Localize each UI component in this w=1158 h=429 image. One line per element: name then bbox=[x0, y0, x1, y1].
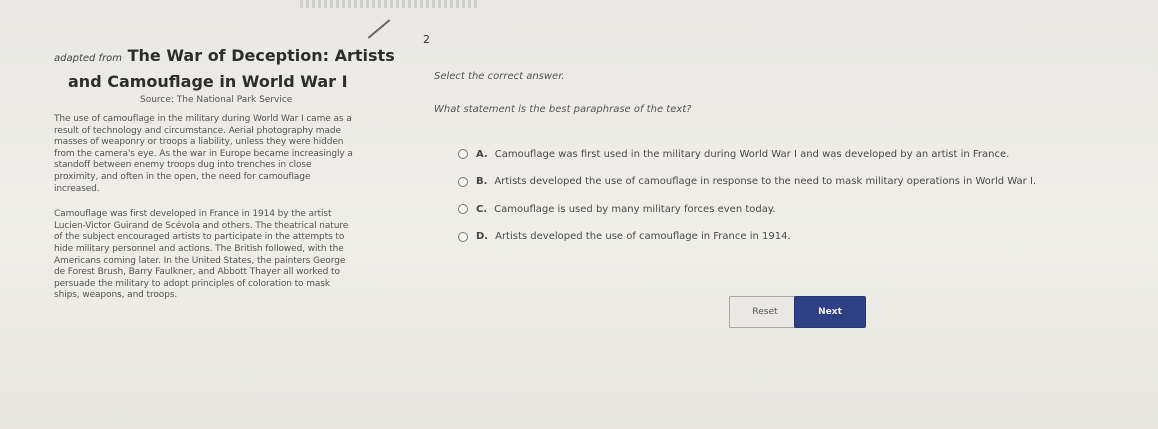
choice-text: Camouflage is used by many military forc… bbox=[494, 203, 776, 215]
choice-text: Camouflage was first used in the militar… bbox=[494, 148, 1010, 160]
choice-text: Artists developed the use of camouflage … bbox=[494, 176, 1037, 187]
choice-letter: C. bbox=[476, 203, 488, 215]
choice-a[interactable]: A. Camouflage was first used in the mili… bbox=[458, 146, 1148, 162]
pencil-mark-icon bbox=[367, 19, 391, 39]
question-instruction: Select the correct answer. bbox=[434, 71, 565, 82]
question-prompt: What statement is the best paraphrase of… bbox=[434, 104, 692, 115]
choice-letter: A. bbox=[476, 148, 488, 160]
radio-button[interactable] bbox=[458, 176, 468, 187]
choice-c[interactable]: C. Camouflage is used by many military f… bbox=[458, 201, 1148, 217]
next-button[interactable]: Next bbox=[794, 296, 866, 328]
choice-b[interactable]: B. Artists developed the use of camoufla… bbox=[458, 174, 1148, 190]
passage-source: Source: The National Park Service bbox=[140, 95, 293, 105]
passage: adapted from The War of Deception: Artis… bbox=[54, 46, 434, 302]
passage-title-line2: and Camouflage in World War I bbox=[68, 72, 348, 91]
title-text: The War of Deception: Artists bbox=[127, 46, 395, 65]
reset-button[interactable]: Reset bbox=[729, 296, 801, 328]
adapted-label: adapted from bbox=[54, 53, 123, 64]
radio-button[interactable] bbox=[458, 231, 468, 242]
radio-button[interactable] bbox=[458, 204, 468, 214]
page-number: 2 bbox=[423, 33, 430, 46]
page: 2 adapted from The War of Deception: Art… bbox=[0, 0, 1158, 429]
top-edge-marks bbox=[300, 0, 480, 8]
radio-button[interactable] bbox=[458, 149, 468, 159]
passage-paragraph-1: The use of camouflage in the military du… bbox=[54, 114, 353, 194]
passage-title-line1: adapted from The War of Deception: Artis… bbox=[54, 46, 434, 68]
choice-d[interactable]: D. Artists developed the use of camoufla… bbox=[458, 229, 1148, 245]
choice-text: Artists developed the use of camouflage … bbox=[495, 231, 791, 242]
choice-letter: B. bbox=[476, 176, 488, 187]
answer-choices: A. Camouflage was first used in the mili… bbox=[458, 146, 1148, 256]
choice-letter: D. bbox=[476, 231, 489, 242]
passage-paragraph-2: Camouflage was first developed in France… bbox=[54, 209, 349, 301]
